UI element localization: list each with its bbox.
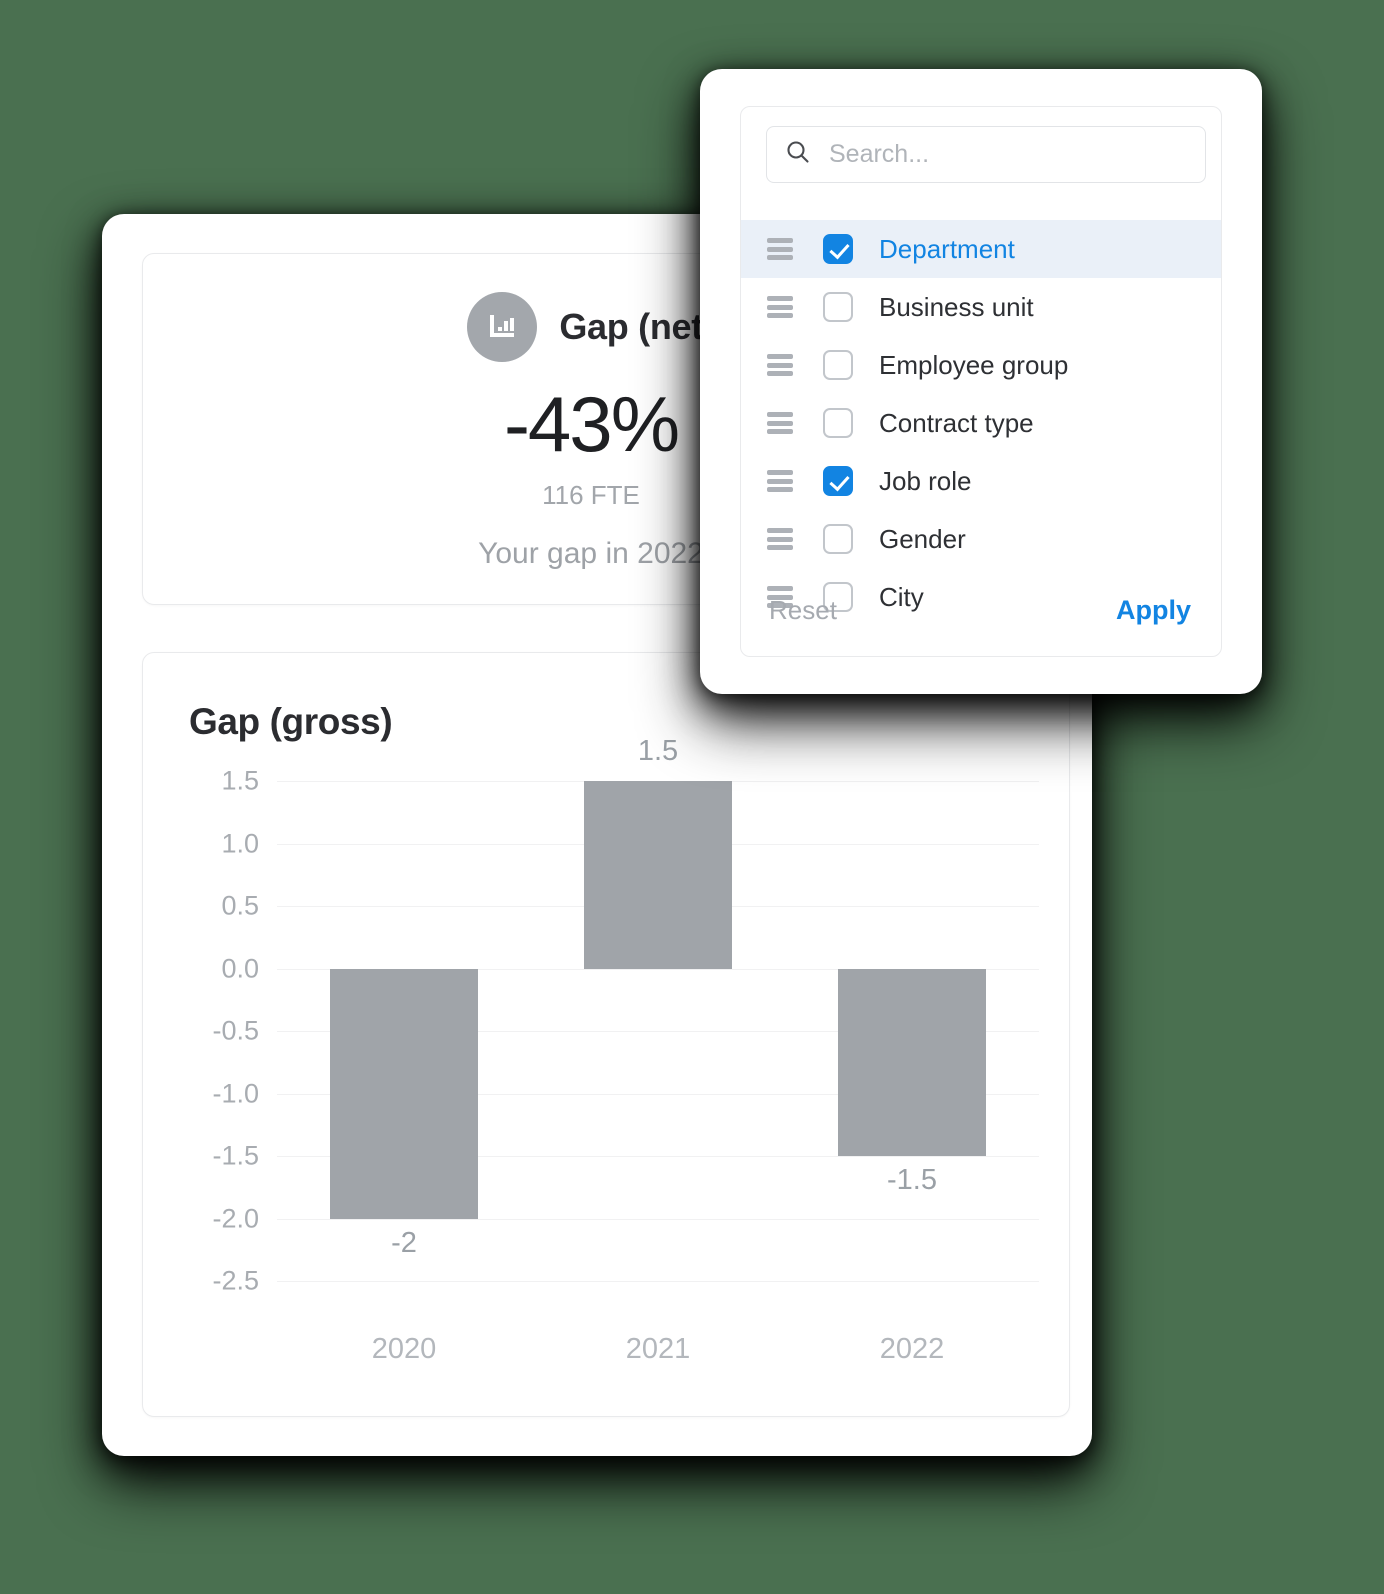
y-axis-tick-label: -0.5 [212, 1015, 259, 1046]
search-field[interactable] [766, 126, 1206, 183]
filter-label: Contract type [879, 407, 1034, 438]
y-axis-tick-label: -1.5 [212, 1140, 259, 1171]
chart-title: Gap (gross) [189, 701, 393, 742]
checkbox[interactable] [823, 234, 853, 264]
bar-value-label: 1.5 [637, 735, 679, 767]
filter-label: Employee group [879, 349, 1069, 380]
bar [330, 968, 478, 1219]
bar-value-label: -2 [391, 1226, 417, 1259]
bar-chart-icon [467, 292, 538, 362]
checkbox[interactable] [823, 466, 853, 496]
filter-label: Department [879, 233, 1015, 264]
filter-label: Job role [879, 465, 972, 496]
y-axis-tick-label: -2.0 [212, 1203, 259, 1233]
y-axis-tick-label: 1.5 [221, 765, 259, 796]
drag-handle-icon[interactable] [767, 528, 793, 550]
filter-label: Gender [879, 523, 966, 554]
gap-gross-card: Gap (gross) 1.5 1.0 0.5 0.0 -0.5 -1.0 -1.5 -2.0… [142, 652, 1070, 1417]
drag-handle-icon[interactable] [767, 238, 793, 260]
bar-chart: 1.5 1.0 0.5 0.0 -0.5 -1.0 -1.5 -2.0 -2.5 -2 2020 1.… [169, 735, 1049, 1371]
gridline [277, 1281, 1039, 1282]
checkbox[interactable] [823, 292, 853, 322]
bar [584, 781, 732, 969]
drag-handle-icon[interactable] [767, 354, 793, 376]
gap-net-title: Gap (net) [559, 306, 715, 347]
checkbox[interactable] [823, 408, 853, 438]
filter-row[interactable]: Job role [741, 452, 1221, 510]
gridline [277, 1218, 1039, 1220]
x-axis-tick-label: 2022 [879, 1333, 945, 1365]
y-axis-tick-label: 0.5 [221, 890, 259, 921]
y-axis-tick-label: 1.0 [221, 828, 259, 858]
apply-button[interactable]: Apply [1116, 595, 1191, 626]
filter-footer: Reset Apply [741, 564, 1221, 656]
checkbox[interactable] [823, 350, 853, 380]
search-icon [785, 139, 811, 170]
drag-handle-icon[interactable] [767, 470, 793, 492]
checkbox[interactable] [823, 524, 853, 554]
x-axis-tick-label: 2020 [371, 1333, 437, 1365]
x-axis-tick-label: 2021 [625, 1333, 691, 1365]
bar [838, 968, 986, 1156]
drag-handle-icon[interactable] [767, 296, 793, 318]
y-axis-tick-label: -2.5 [212, 1265, 259, 1296]
y-axis-tick-label: 0.0 [221, 953, 259, 983]
reset-button[interactable]: Reset [769, 595, 837, 626]
bar-value-label: -1.5 [887, 1164, 937, 1196]
filter-row[interactable]: Employee group [741, 336, 1221, 394]
filter-row[interactable]: Business unit [741, 278, 1221, 336]
y-axis-tick-label: -1.0 [212, 1078, 259, 1108]
filter-row[interactable]: Gender [741, 510, 1221, 568]
filter-row[interactable]: Department [741, 220, 1221, 278]
filter-panel-inner: Department Business unit Employee group Con… [740, 106, 1222, 657]
filter-label: Business unit [879, 291, 1034, 322]
filter-row[interactable]: Contract type [741, 394, 1221, 452]
drag-handle-icon[interactable] [767, 412, 793, 434]
filter-dropdown-panel: Department Business unit Employee group Con… [700, 69, 1262, 694]
search-input[interactable] [829, 140, 1169, 169]
